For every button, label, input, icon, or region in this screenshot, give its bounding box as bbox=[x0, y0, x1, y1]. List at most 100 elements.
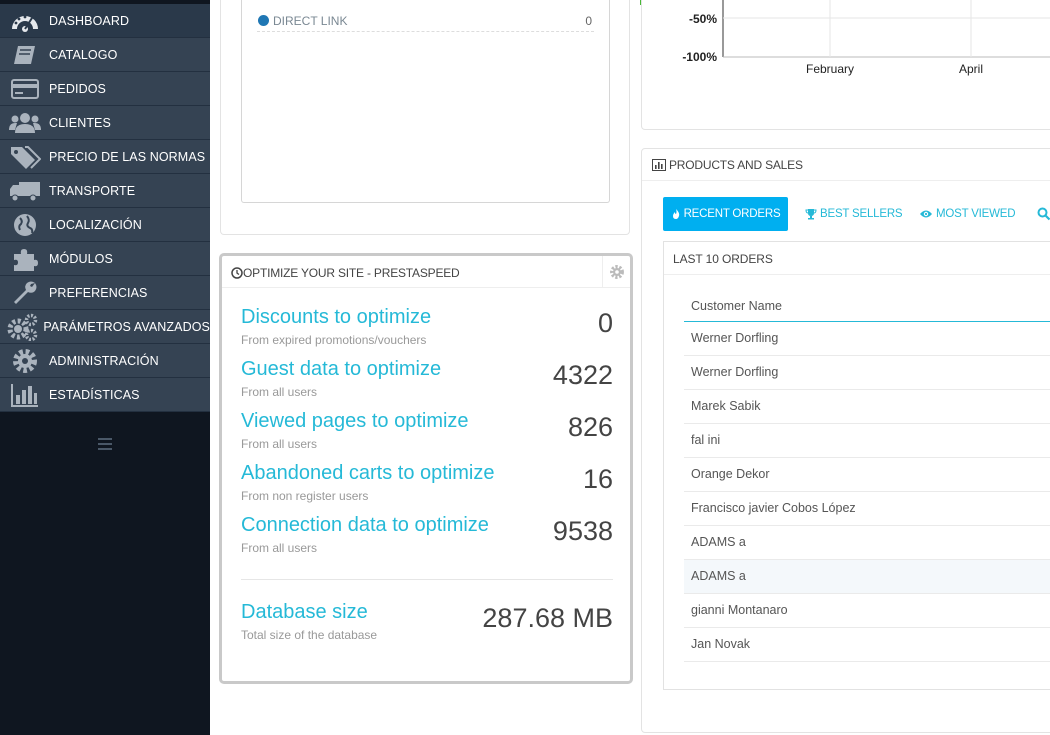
optimize-item-link[interactable]: Connection data to optimize bbox=[241, 514, 489, 537]
optimize-item-link[interactable]: Discounts to optimize bbox=[241, 306, 431, 329]
optimize-item-subtitle: From all users bbox=[241, 541, 318, 555]
dashboard-icon bbox=[6, 4, 44, 38]
optimize-item-value: 9538 bbox=[552, 516, 613, 546]
bar-chart-icon bbox=[6, 378, 44, 412]
tab-label: BEST SELLERS bbox=[820, 208, 903, 220]
optimize-item-value: 826 bbox=[567, 412, 613, 442]
sidebar-item-localizacion[interactable]: LOCALIZACIÓN bbox=[0, 208, 210, 242]
menu-collapse-toggle[interactable] bbox=[98, 438, 112, 450]
sidebar-item-dashboard[interactable]: DASHBOARD bbox=[0, 4, 210, 38]
orders-box-title: LAST 10 ORDERS bbox=[673, 252, 773, 266]
sidebar-item-transporte[interactable]: TRANSPORTE bbox=[0, 174, 210, 208]
credit-card-icon bbox=[6, 72, 44, 106]
search-icon bbox=[1037, 207, 1050, 221]
wrench-icon bbox=[6, 276, 44, 310]
optimize-item-subtitle: From expired promotions/vouchers bbox=[241, 333, 427, 347]
table-row[interactable]: gianni Montanaro bbox=[684, 594, 1050, 628]
trophy-icon bbox=[805, 209, 817, 220]
sidebar-item-modulos[interactable]: MÓDULOS bbox=[0, 242, 210, 276]
column-header-customer-name[interactable]: Customer Name bbox=[684, 292, 1050, 322]
bar-chart-icon bbox=[652, 159, 666, 171]
sidebar-item-label: MÓDULOS bbox=[49, 251, 113, 266]
optimize-item-link[interactable]: Viewed pages to optimize bbox=[241, 410, 469, 433]
sidebar: DASHBOARD CATALOGO PEDIDOS CLIENTES PREC… bbox=[0, 0, 210, 735]
optimize-item-subtitle: From all users bbox=[241, 437, 318, 451]
sidebar-item-label: CLIENTES bbox=[49, 115, 111, 130]
sidebar-item-label: PEDIDOS bbox=[49, 81, 106, 96]
sidebar-item-label: TRANSPORTE bbox=[49, 183, 136, 198]
optimize-item-value: 16 bbox=[582, 464, 613, 494]
optimize-item-discounts: Discounts to optimize From expired promo… bbox=[241, 306, 613, 354]
globe-icon bbox=[6, 208, 44, 242]
divider bbox=[241, 579, 613, 580]
table-row[interactable]: Orange Dekor bbox=[684, 458, 1050, 492]
optimize-item-subtitle: From non register users bbox=[241, 489, 369, 503]
gear-icon bbox=[6, 344, 44, 378]
sidebar-item-label: PRECIO DE LAS NORMAS bbox=[49, 149, 206, 164]
sidebar-item-label: ESTADÍSTICAS bbox=[49, 387, 140, 402]
table-row[interactable]: Werner Dorfling bbox=[684, 322, 1050, 356]
table-row[interactable]: Marek Sabik bbox=[684, 390, 1050, 424]
optimize-item-link[interactable]: Abandoned carts to optimize bbox=[241, 462, 495, 485]
book-icon bbox=[6, 38, 44, 72]
traffic-source-value: 0 bbox=[585, 13, 592, 28]
optimize-item-carts: Abandoned carts to optimize From non reg… bbox=[241, 462, 613, 510]
optimize-item-value: 4322 bbox=[552, 360, 613, 390]
panel-settings-button[interactable] bbox=[602, 256, 630, 288]
traffic-source-name: DIRECT LINK bbox=[273, 13, 348, 28]
fire-icon bbox=[672, 209, 679, 219]
tab-label: RECENT ORDERS bbox=[683, 208, 781, 220]
sidebar-item-clientes[interactable]: CLIENTES bbox=[0, 106, 210, 140]
optimize-panel-title: OPTIMIZE YOUR SITE - PRESTASPEED bbox=[231, 266, 460, 280]
x-tick-label: February bbox=[806, 62, 855, 76]
sidebar-item-precio[interactable]: PRECIO DE LAS NORMAS bbox=[0, 140, 210, 174]
tab-best-sellers[interactable]: BEST SELLERS bbox=[805, 197, 903, 231]
tab-label: MOST VIEWED bbox=[936, 208, 1016, 220]
optimize-panel: OPTIMIZE YOUR SITE - PRESTASPEED Discoun… bbox=[219, 253, 633, 684]
table-row[interactable]: Francisco javier Cobos López bbox=[684, 492, 1050, 526]
traffic-source-row: DIRECT LINK 0 bbox=[257, 10, 594, 32]
sidebar-item-label: ADMINISTRACIÓN bbox=[49, 353, 159, 368]
sidebar-item-parametros[interactable]: PARÁMETROS AVANZADOS bbox=[0, 310, 210, 344]
sidebar-item-label: PARÁMETROS AVANZADOS bbox=[43, 319, 210, 334]
users-icon bbox=[6, 106, 44, 140]
eye-icon bbox=[920, 210, 932, 218]
sidebar-item-label: DASHBOARD bbox=[49, 13, 130, 28]
database-size-value: 287.68 MB bbox=[482, 603, 613, 633]
orders-box-header: LAST 10 ORDERS bbox=[664, 242, 1050, 275]
table-row[interactable]: Jan Novak bbox=[684, 628, 1050, 662]
optimize-panel-header: OPTIMIZE YOUR SITE - PRESTASPEED bbox=[222, 256, 630, 288]
optimize-item-link[interactable]: Guest data to optimize bbox=[241, 358, 441, 381]
sidebar-item-label: CATALOGO bbox=[49, 47, 118, 62]
database-size-item: Database size Total size of the database… bbox=[241, 601, 613, 649]
table-row[interactable]: ADAMS a bbox=[684, 526, 1050, 560]
sidebar-item-administracion[interactable]: ADMINISTRACIÓN bbox=[0, 344, 210, 378]
tags-icon bbox=[6, 140, 44, 174]
database-size-title: Database size bbox=[241, 601, 368, 623]
tab-most-viewed[interactable]: MOST VIEWED bbox=[919, 197, 1016, 231]
y-tick-label: -50% bbox=[688, 12, 717, 26]
optimize-panel-title-text: OPTIMIZE YOUR SITE - PRESTASPEED bbox=[243, 266, 460, 280]
database-size-subtitle: Total size of the database bbox=[241, 628, 378, 642]
optimize-item-guests: Guest data to optimize From all users 43… bbox=[241, 358, 613, 406]
optimize-item-subtitle: From all users bbox=[241, 385, 318, 399]
products-sales-panel: PRODUCTS AND SALES RECENT ORDERS BEST SE… bbox=[641, 148, 1050, 733]
sidebar-item-estadisticas[interactable]: ESTADÍSTICAS bbox=[0, 378, 210, 412]
clock-icon bbox=[231, 267, 243, 279]
table-row[interactable]: Werner Dorfling bbox=[684, 356, 1050, 390]
optimize-item-pages: Viewed pages to optimize From all users … bbox=[241, 410, 613, 458]
tab-recent-orders[interactable]: RECENT ORDERS bbox=[663, 197, 788, 231]
puzzle-icon bbox=[6, 242, 44, 276]
tab-search[interactable] bbox=[1037, 197, 1050, 231]
sidebar-item-label: PREFERENCIAS bbox=[49, 285, 148, 300]
sidebar-item-catalogo[interactable]: CATALOGO bbox=[0, 38, 210, 72]
table-row[interactable]: fal ini bbox=[684, 424, 1050, 458]
recent-orders-box: LAST 10 ORDERS Customer Name Werner Dorf… bbox=[663, 241, 1050, 690]
sidebar-item-preferencias[interactable]: PREFERENCIAS bbox=[0, 276, 210, 310]
products-sales-title: PRODUCTS AND SALES bbox=[652, 158, 803, 172]
truck-icon bbox=[6, 174, 44, 208]
sidebar-item-pedidos[interactable]: PEDIDOS bbox=[0, 72, 210, 106]
products-sales-title-text: PRODUCTS AND SALES bbox=[669, 158, 803, 172]
table-row[interactable]: ADAMS a bbox=[684, 560, 1050, 594]
optimize-item-connections: Connection data to optimize From all use… bbox=[241, 514, 613, 562]
